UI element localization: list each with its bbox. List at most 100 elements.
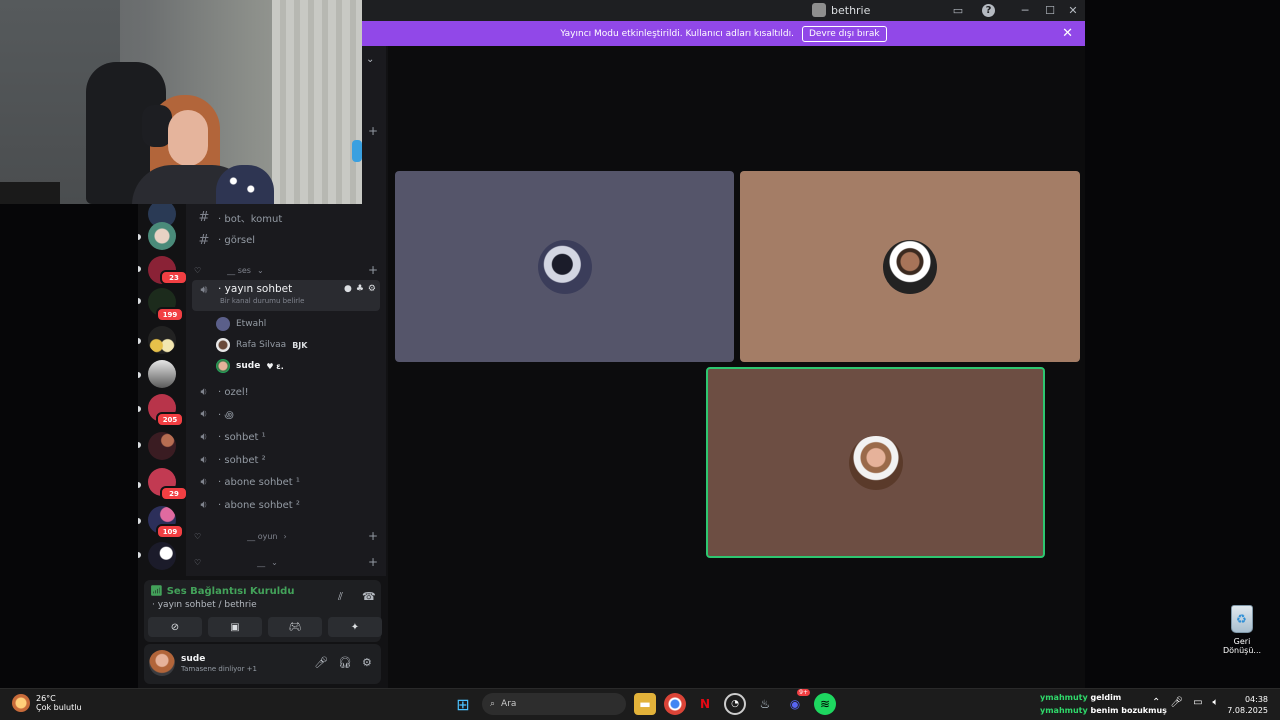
clock[interactable]: 04:38 7.08.2025 (1227, 694, 1268, 716)
server-pip (138, 482, 141, 488)
weather-icon (12, 694, 30, 712)
voice-status-text: Ses Bağlantısı Kuruldu (166, 586, 295, 597)
add-channel-icon[interactable]: + (368, 555, 378, 569)
discord-icon[interactable]: ◉ 9+ (784, 689, 810, 715)
screen: bethrie ▭ ? ─ ☐ ✕ Yayıncı Modu etkinleşt… (0, 0, 1280, 720)
headphones-icon[interactable]: 🎧︎ (338, 656, 352, 669)
unread-badge: 23 (160, 270, 186, 285)
clock-app-icon[interactable]: ◔ (724, 693, 746, 715)
file-explorer-icon[interactable]: ▬ (634, 693, 656, 715)
display-icon[interactable]: ▭ (1193, 697, 1202, 708)
category-ses[interactable]: ♡ __ ses ⌄ (194, 266, 264, 275)
gear-icon[interactable]: ⚙ (362, 656, 372, 669)
add-channel-icon[interactable]: + (368, 263, 378, 277)
discord-badge: 9+ (797, 689, 810, 696)
activities-button[interactable]: 🎮︎ (268, 617, 322, 637)
avatar[interactable] (149, 650, 175, 676)
start-button[interactable]: ⊞ (452, 693, 474, 715)
chat-line: ymahmuty geldim (1040, 691, 1167, 704)
category-oyun[interactable]: ♡ __ oyun › (194, 532, 287, 541)
server-pip (138, 552, 141, 558)
chevron-right-icon: › (283, 532, 287, 541)
user-tag: BJK (292, 340, 308, 350)
server-icon[interactable] (148, 360, 176, 388)
inbox-icon[interactable]: ▭ (950, 2, 966, 18)
chat-user: ymahmuty (1040, 693, 1088, 702)
username: sude (181, 654, 206, 664)
camera-button[interactable]: ⊘ (148, 617, 202, 637)
participant-tile[interactable] (740, 171, 1080, 362)
voice-channel[interactable]: 🔉︎ · ꩜ (192, 403, 380, 425)
help-icon[interactable]: ? (982, 4, 995, 17)
recycle-bin[interactable]: Geri Dönüşü... (1222, 605, 1262, 655)
voice-channel[interactable]: 🔉︎ · sohbet ¹ (192, 426, 380, 448)
add-channel-icon[interactable]: + (368, 529, 378, 543)
cam-face (168, 110, 208, 166)
invite-icon[interactable]: ♣ (356, 284, 364, 294)
channel-gorsel[interactable]: # · görsel (192, 229, 380, 251)
channel-status[interactable]: Bir kanal durumu belirle (220, 297, 304, 305)
voice-user[interactable]: Rafa Silvaa BJK (216, 338, 307, 352)
server-icon[interactable] (148, 432, 176, 460)
server-pip (138, 234, 141, 240)
signal-icon: 📶︎ (150, 586, 163, 597)
unread-badge: 109 (156, 524, 184, 539)
netflix-icon[interactable]: N (694, 693, 716, 715)
voice-channel[interactable]: 🔉︎ · abone sohbet ¹ (192, 471, 380, 493)
voice-status[interactable]: 📶︎ Ses Bağlantısı Kuruldu (150, 586, 294, 597)
hash-icon: # (198, 209, 210, 225)
chevron-down-icon[interactable]: ⌄ (366, 54, 374, 65)
voice-channel[interactable]: 🔉︎ · ozel! (192, 381, 380, 403)
channel-yayin-sohbet[interactable]: 🔊︎ · yayın sohbet Bir kanal durumu belir… (192, 280, 380, 311)
disconnect-icon[interactable]: ☎ (362, 590, 376, 603)
webcam-overlay (0, 0, 362, 204)
server-icon[interactable] (148, 542, 176, 570)
participant-tile[interactable] (395, 171, 734, 362)
noise-suppression-icon[interactable]: ⫽ (338, 590, 343, 604)
voice-user[interactable]: Etwahl (216, 317, 266, 331)
voice-stage (388, 46, 1085, 688)
voice-channel-name[interactable]: · yayın sohbet / bethrie (152, 600, 257, 610)
server-pip (138, 406, 141, 412)
avatar (848, 435, 903, 490)
search-box[interactable]: ⌕ Ara (482, 693, 626, 715)
weather-widget[interactable]: 26°C Çok bulutlu (12, 694, 82, 712)
close-window-button[interactable]: ✕ (1065, 2, 1081, 18)
server-icon[interactable] (148, 326, 176, 354)
gear-icon[interactable]: ⚙ (368, 284, 376, 294)
volume-icon[interactable]: 🔈︎ (1213, 697, 1219, 708)
spotify-icon[interactable]: ≋ (814, 693, 836, 715)
voice-channel[interactable]: 🔉︎ · abone sohbet ² (192, 494, 380, 516)
channel-actions: ● ♣ ⚙ (344, 284, 376, 294)
user-panel: sude Tamasene dinliyor +1 🎤︎ 🎧︎ ⚙ (144, 644, 381, 684)
category-label: __ oyun (247, 532, 278, 541)
participant-tile-speaking[interactable] (706, 367, 1045, 558)
streamer-mode-banner: Yayıncı Modu etkinleştirildi. Kullanıcı … (362, 21, 1085, 46)
search-placeholder: Ara (501, 699, 517, 709)
chat-icon[interactable]: ● (344, 284, 352, 294)
maximize-button[interactable]: ☐ (1042, 2, 1058, 18)
chevron-up-icon[interactable]: ⌃ (1152, 697, 1160, 708)
channel-bot-komut[interactable]: # · bot、komut (192, 206, 380, 228)
microphone-icon[interactable]: 🎤︎ (314, 656, 328, 669)
server-icon[interactable] (148, 222, 176, 250)
minimize-button[interactable]: ─ (1017, 2, 1033, 18)
channel-label: · abone sohbet ¹ (218, 476, 300, 488)
chrome-icon[interactable] (664, 693, 686, 715)
steam-icon[interactable]: ♨ (754, 693, 776, 715)
banner-close-icon[interactable]: ✕ (1062, 26, 1073, 41)
disable-streamer-mode-button[interactable]: Devre dışı bırak (801, 25, 887, 42)
voice-user[interactable]: sude ♥ ε. (216, 359, 284, 373)
channel-label: · görsel (218, 234, 256, 246)
window-title-text: bethrie (831, 3, 871, 17)
category-blank[interactable]: ♡ __ ⌄ (194, 558, 278, 567)
voice-connection-panel: 📶︎ Ses Bağlantısı Kuruldu · yayın sohbet… (144, 580, 382, 642)
screen-share-button[interactable]: ▣ (208, 617, 262, 637)
unread-badge: 205 (156, 412, 184, 427)
add-channel-icon[interactable]: + (368, 124, 378, 138)
soundboard-button[interactable]: ✦ (328, 617, 382, 637)
avatar (216, 317, 230, 331)
voice-channel[interactable]: 🔉︎ · sohbet ² (192, 449, 380, 471)
server-icon (812, 3, 826, 17)
microphone-icon[interactable]: 🎤︎ (1170, 697, 1183, 708)
